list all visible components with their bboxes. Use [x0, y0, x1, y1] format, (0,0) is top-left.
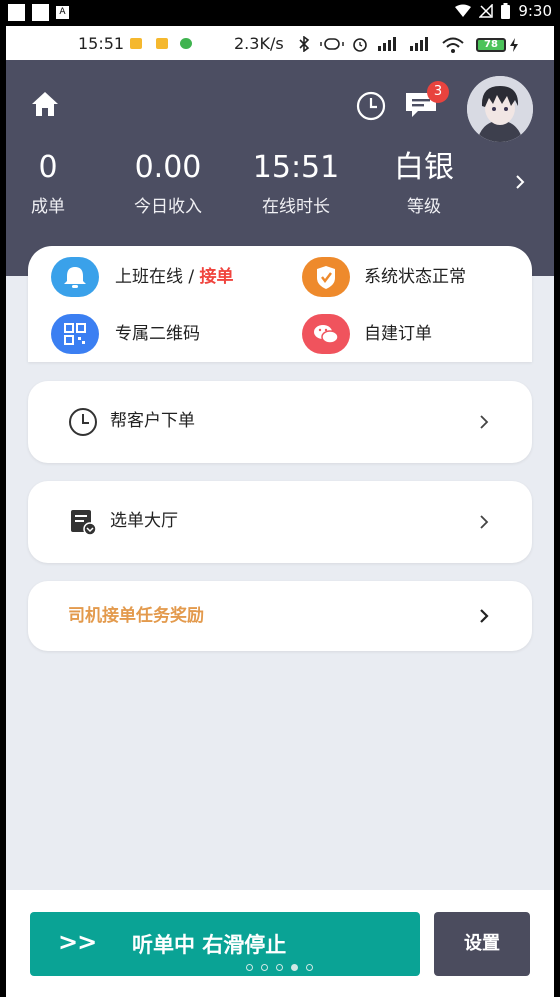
stat-online-duration: 15:51 在线时长 — [236, 150, 356, 218]
status-card: 上班在线 / 接单 系统状态正常 专属二维码 自建订单 — [28, 246, 532, 362]
battery-icon — [501, 3, 511, 19]
phone-status-bar: 15:51 2.3K/s 78 — [6, 26, 554, 60]
battery-level: 78 — [476, 38, 506, 52]
stat-label: 成单 — [31, 197, 65, 217]
home-icon[interactable] — [30, 90, 60, 118]
slider-label: 听单中 右滑停止 — [132, 933, 287, 957]
notification-icon — [8, 4, 25, 21]
online-status[interactable]: 上班在线 / 接单 — [115, 266, 234, 288]
page-dot — [306, 964, 313, 971]
notification-icon — [130, 38, 142, 49]
stop-listening-slider[interactable]: >> 听单中 右滑停止 — [30, 912, 420, 976]
self-order-entry[interactable]: 自建订单 — [364, 323, 432, 345]
wechat-icon — [180, 38, 192, 49]
page-dot-active — [291, 964, 298, 971]
wifi-icon — [455, 4, 472, 17]
help-order-card[interactable]: 帮客户下单 — [28, 381, 532, 463]
shield-icon — [302, 257, 350, 297]
settings-button[interactable]: 设置 — [434, 912, 530, 976]
network-speed: 2.3K/s — [234, 34, 284, 53]
vibrate-icon — [320, 38, 344, 50]
stat-value: 0.00 — [134, 150, 202, 185]
bell-icon — [51, 257, 99, 297]
stats-row: 0 成单 0.00 今日收入 15:51 在线时长 白银 等级 — [6, 150, 554, 250]
bluetooth-icon — [299, 36, 310, 52]
driver-reward-label: 司机接单任务奖励 — [68, 606, 204, 626]
order-list-icon — [71, 510, 97, 536]
message-count-badge: 3 — [427, 81, 449, 103]
driver-header: 3 0 成单 0.00 今日收入 15:51 在线时长 白银 等级 — [6, 60, 554, 276]
alarm-icon — [353, 38, 367, 52]
online-label: 上班在线 / — [115, 267, 200, 287]
chevron-right-icon[interactable] — [512, 172, 528, 192]
chevron-right-icon — [480, 609, 489, 623]
stat-value: 0 — [38, 150, 58, 185]
page-dot — [276, 964, 283, 971]
stat-label: 在线时长 — [262, 197, 330, 217]
page-dot — [261, 964, 268, 971]
slide-arrows-icon: >> — [58, 928, 97, 956]
wechat-icon — [302, 314, 350, 354]
stat-label: 今日收入 — [134, 197, 202, 217]
message-icon — [156, 38, 168, 49]
stat-value: 15:51 — [252, 150, 340, 185]
system-status: 系统状态正常 — [364, 267, 466, 287]
qrcode-icon — [51, 314, 99, 354]
stat-value: 白银 — [394, 150, 454, 185]
help-order-label: 帮客户下单 — [110, 411, 195, 431]
system-status-bar: A 9:30 — [0, 0, 560, 26]
clock-icon — [69, 408, 97, 436]
order-hall-card[interactable]: 选单大厅 — [28, 481, 532, 563]
page-dot — [246, 964, 253, 971]
no-signal-icon — [479, 4, 494, 18]
stat-completed-orders: 0 成单 — [8, 150, 88, 218]
driver-reward-card[interactable]: 司机接单任务奖励 — [28, 581, 532, 651]
bottom-bar: >> 听单中 右滑停止 设置 — [6, 890, 554, 997]
stat-level[interactable]: 白银 等级 — [364, 150, 484, 218]
system-time: 9:30 — [518, 2, 552, 20]
stat-today-income: 0.00 今日收入 — [108, 150, 228, 218]
accept-order-label: 接单 — [199, 267, 234, 287]
signal-icon — [410, 37, 428, 51]
app-screen: 15:51 2.3K/s 78 3 0 成单 0.00 今日收入 15:51 在… — [6, 26, 554, 997]
status-time: 15:51 — [78, 34, 125, 53]
order-hall-label: 选单大厅 — [110, 511, 178, 531]
notification-a-icon: A — [56, 6, 69, 19]
qrcode-entry[interactable]: 专属二维码 — [115, 323, 200, 345]
chevron-right-icon — [480, 415, 489, 429]
signal-icon — [378, 37, 396, 51]
chevron-right-icon — [480, 515, 489, 529]
history-clock-icon[interactable] — [355, 90, 387, 122]
avatar[interactable] — [467, 76, 533, 142]
notification-icon — [32, 4, 49, 21]
page-indicator — [246, 964, 313, 971]
charging-icon — [510, 38, 518, 52]
stat-label: 等级 — [407, 197, 441, 217]
wifi-icon — [442, 37, 464, 53]
